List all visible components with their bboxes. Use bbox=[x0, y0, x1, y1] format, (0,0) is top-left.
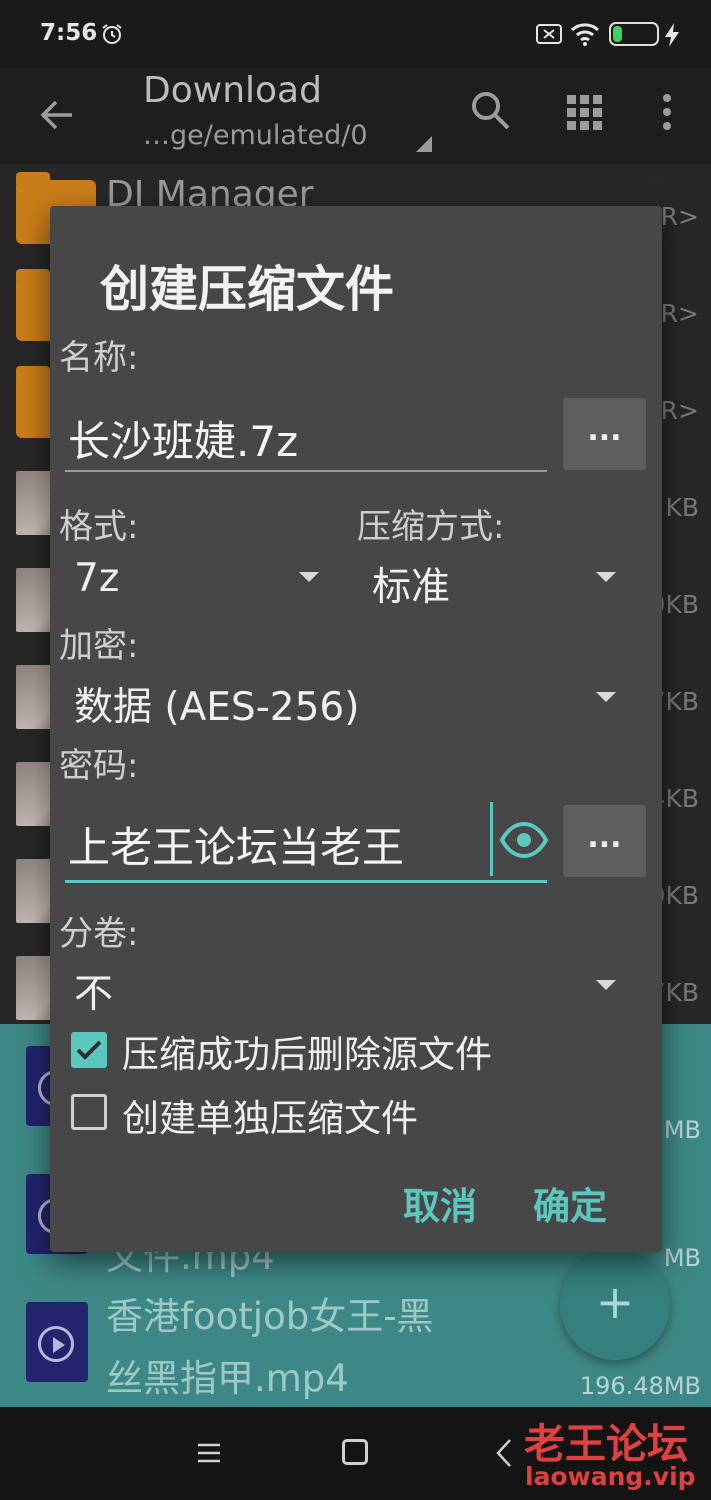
play-icon bbox=[38, 1326, 74, 1362]
split-volume-label: 分卷: bbox=[59, 914, 139, 954]
folder-title: Download bbox=[143, 70, 322, 111]
compression-method-select[interactable]: 标准 bbox=[372, 556, 450, 612]
split-dropdown-icon[interactable] bbox=[596, 980, 616, 990]
password-options-button[interactable]: ... bbox=[563, 805, 646, 877]
watermark-url: laowang.vip bbox=[525, 1462, 696, 1491]
encryption-dropdown-icon[interactable] bbox=[596, 692, 616, 702]
delete-source-checkbox[interactable] bbox=[71, 1032, 107, 1068]
home-button-icon[interactable] bbox=[342, 1439, 368, 1465]
lightning-bolt-icon bbox=[665, 23, 679, 47]
password-options-label: ... bbox=[587, 820, 622, 855]
text-cursor bbox=[490, 802, 493, 876]
name-input-underline bbox=[65, 470, 547, 472]
app-toolbar: Download …ge/emulated/0 bbox=[0, 68, 711, 164]
alarm-clock-icon bbox=[102, 24, 122, 44]
back-nav-icon[interactable] bbox=[494, 1437, 514, 1469]
password-input[interactable]: 上老王论坛当老王 bbox=[68, 814, 404, 875]
file-name: 香港footjob女王-黑 bbox=[106, 1295, 434, 1338]
method-dropdown-icon[interactable] bbox=[596, 572, 616, 582]
checkmark-icon bbox=[76, 1040, 102, 1060]
format-select[interactable]: 7z bbox=[74, 556, 119, 601]
separate-archive-checkbox[interactable] bbox=[71, 1094, 107, 1130]
battery-indicator: 20 bbox=[609, 22, 659, 46]
ok-button[interactable]: 确定 bbox=[533, 1176, 607, 1230]
watermark-text: 老王论坛 bbox=[524, 1420, 688, 1468]
format-dropdown-icon[interactable] bbox=[299, 572, 319, 582]
split-volume-select[interactable]: 不 bbox=[74, 963, 113, 1019]
browse-button[interactable]: ... bbox=[563, 398, 646, 470]
status-time: 7:56 bbox=[40, 20, 98, 46]
grid-view-icon[interactable] bbox=[562, 90, 606, 134]
encryption-label: 加密: bbox=[59, 626, 139, 666]
format-label: 格式: bbox=[59, 507, 139, 547]
no-sim-icon bbox=[536, 24, 562, 44]
cancel-button[interactable]: 取消 bbox=[403, 1176, 477, 1230]
delete-source-label[interactable]: 压缩成功后删除源文件 bbox=[122, 1024, 492, 1078]
archive-name-input[interactable]: 长沙班婕.7z bbox=[68, 408, 298, 469]
search-icon[interactable] bbox=[468, 88, 512, 132]
create-archive-dialog: 创建压缩文件 名称: 长沙班婕.7z ... 格式: 压缩方式: 7z 标准 加… bbox=[50, 206, 662, 1252]
wifi-icon bbox=[570, 23, 600, 46]
password-label: 密码: bbox=[59, 746, 139, 786]
more-options-icon[interactable] bbox=[652, 90, 682, 134]
browse-button-label: ... bbox=[587, 413, 622, 448]
video-file-icon bbox=[26, 1302, 88, 1382]
name-label: 名称: bbox=[59, 338, 139, 378]
file-meta: KB bbox=[665, 493, 699, 522]
file-size: MB bbox=[663, 1116, 701, 1144]
dialog-title: 创建压缩文件 bbox=[100, 261, 395, 318]
password-input-underline bbox=[65, 880, 547, 883]
add-fab-button[interactable]: + bbox=[560, 1250, 670, 1360]
separate-archive-label[interactable]: 创建单独压缩文件 bbox=[122, 1088, 418, 1142]
back-arrow-icon[interactable] bbox=[34, 92, 80, 138]
show-password-eye-icon[interactable] bbox=[500, 818, 548, 862]
folder-path[interactable]: …ge/emulated/0 bbox=[143, 120, 368, 151]
file-size: 196.48MB bbox=[579, 1372, 701, 1400]
recent-apps-icon[interactable] bbox=[196, 1441, 222, 1465]
path-dropdown-icon[interactable] bbox=[414, 134, 434, 154]
compression-method-label: 压缩方式: bbox=[357, 507, 505, 547]
battery-level-text: 20 bbox=[621, 26, 641, 42]
file-name-line2: 丝黑指甲.mp4 bbox=[106, 1357, 349, 1400]
status-bar: 7:56 20 bbox=[0, 0, 711, 68]
encryption-select[interactable]: 数据 (AES-256) bbox=[74, 676, 359, 732]
plus-icon: + bbox=[595, 1275, 635, 1329]
